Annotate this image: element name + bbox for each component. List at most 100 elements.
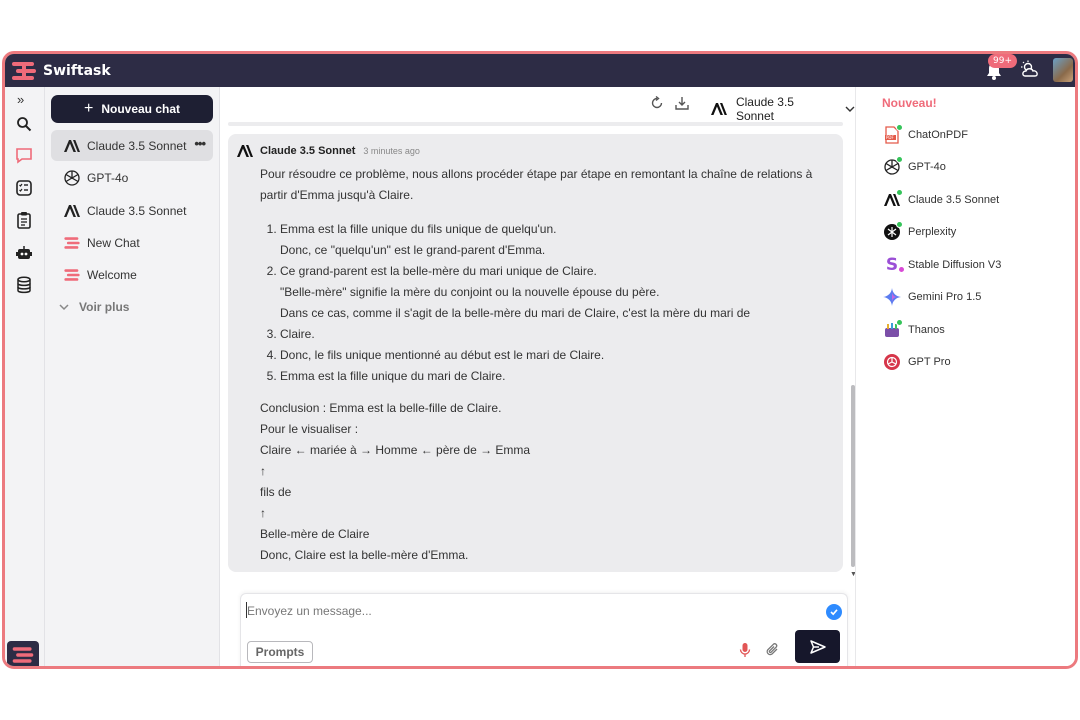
app-window: Swiftask 99+ » + Nouveau chat Claude 3.5… — [2, 51, 1078, 669]
step-text: Donc, le fils unique mentionné au début … — [280, 348, 605, 362]
model-item-label: GPT Pro — [908, 356, 951, 368]
message-composer[interactable]: Envoyez un message... Prompts — [240, 593, 848, 666]
chat-main: Claude 3.5 Sonnet Claude 3.5 Sonnet 3 mi… — [220, 87, 857, 666]
model-item-label: Claude 3.5 Sonnet — [908, 194, 1000, 206]
icon-rail: » — [5, 87, 45, 666]
history-item-label: Welcome — [87, 267, 137, 282]
refresh-icon[interactable] — [650, 96, 664, 110]
chevron-down-icon — [845, 106, 855, 112]
step-text: Dans ce cas, comme il s'agit de la belle… — [280, 306, 751, 341]
anthropic-icon — [710, 103, 727, 115]
model-item-gemini[interactable]: Gemini Pro 1.5 — [882, 286, 981, 308]
online-dot — [896, 189, 903, 196]
model-item-gpt-4o[interactable]: GPT-4o — [882, 156, 946, 178]
conclusion-line: Donc, Claire est la belle-mère d'Emma. — [260, 548, 469, 562]
model-item-claude[interactable]: Claude 3.5 Sonnet — [882, 189, 999, 211]
online-dot — [896, 221, 903, 228]
history-item-label: GPT-4o — [87, 170, 129, 185]
message-body: Pour résoudre ce problème, nous allons p… — [260, 164, 820, 566]
app-name: Swiftask — [43, 63, 111, 79]
swiftask-bottom-logo-icon[interactable] — [7, 641, 39, 666]
download-icon[interactable] — [675, 96, 689, 110]
model-item-gpt-pro[interactable]: GPT Pro — [882, 351, 951, 373]
pdf-icon: PDF — [882, 124, 903, 145]
history-item[interactable]: New Chat — [51, 227, 213, 258]
model-item-label: Stable Diffusion V3 — [908, 259, 1002, 271]
list-item: Emma est la fille unique du fils unique … — [280, 219, 820, 261]
conclusion-line: Conclusion : Emma est la belle-fille de … — [260, 401, 502, 415]
list-item: Dans ce cas, comme il s'agit de la belle… — [280, 303, 820, 345]
step-subtext: "Belle-mère" signifie la mère du conjoin… — [280, 285, 660, 299]
history-item[interactable]: Welcome — [51, 259, 213, 290]
new-models-heading: Nouveau! — [882, 96, 937, 110]
weather-icon[interactable] — [1020, 60, 1042, 80]
paperclip-icon[interactable] — [765, 642, 781, 658]
model-item-label: Thanos — [908, 324, 945, 336]
new-chat-label: Nouveau chat — [101, 102, 181, 116]
history-item[interactable]: GPT-4o — [51, 162, 213, 193]
chat-icon[interactable] — [13, 145, 35, 167]
model-item-label: GPT-4o — [908, 161, 946, 173]
model-selector[interactable]: Claude 3.5 Sonnet — [710, 95, 855, 123]
model-item-perplexity[interactable]: Perplexity — [882, 221, 956, 243]
steps-list: Emma est la fille unique du fils unique … — [260, 219, 820, 387]
panel-scroll-indicator[interactable] — [1077, 258, 1078, 346]
top-bar: Swiftask 99+ — [5, 54, 1075, 87]
expand-icon[interactable]: » — [17, 92, 24, 107]
gpt-pro-icon — [882, 352, 902, 372]
step-text: Emma est la fille unique du fils unique … — [280, 222, 557, 236]
tasks-icon[interactable] — [13, 177, 35, 199]
openai-icon — [882, 156, 903, 177]
chat-toolbar: Claude 3.5 Sonnet — [220, 87, 855, 123]
microphone-icon[interactable] — [739, 642, 751, 658]
more-options-icon[interactable]: ••• — [194, 136, 206, 151]
openai-icon — [64, 169, 80, 186]
list-item: Donc, le fils unique mentionné au début … — [280, 345, 820, 366]
online-dot — [896, 319, 903, 326]
clipboard-icon[interactable] — [13, 209, 35, 231]
list-item: Emma est la fille unique du mari de Clai… — [280, 366, 820, 387]
user-avatar[interactable] — [1053, 58, 1073, 82]
conclusion-line: ↑ — [260, 464, 266, 478]
stable-diffusion-icon: S — [882, 255, 905, 275]
database-icon[interactable] — [13, 274, 35, 296]
online-dot — [896, 156, 903, 163]
online-dot — [896, 124, 903, 131]
conclusion-line: Belle-mère de Claire — [260, 527, 370, 541]
model-item-thanos[interactable]: Thanos — [882, 319, 945, 341]
swiftask-logo-icon[interactable] — [10, 60, 38, 82]
model-item-stable-diffusion[interactable]: S Stable Diffusion V3 — [882, 254, 1001, 276]
plus-icon: + — [83, 100, 94, 117]
notification-badge: 99+ — [988, 54, 1017, 68]
message-header: Claude 3.5 Sonnet 3 minutes ago — [236, 144, 420, 158]
gemini-icon — [882, 287, 902, 307]
thanos-icon — [882, 319, 903, 340]
history-item[interactable]: Claude 3.5 Sonnet ••• — [51, 130, 213, 161]
list-item: Ce grand-parent est la belle-mère du mar… — [280, 261, 820, 303]
bot-icon[interactable] — [13, 242, 35, 264]
model-item-label: ChatOnPDF — [908, 129, 968, 141]
message-timestamp: 3 minutes ago — [363, 146, 420, 156]
model-item-chatonpdf[interactable]: PDF ChatOnPDF — [882, 124, 968, 146]
message-author: Claude 3.5 Sonnet — [260, 145, 356, 157]
swiftask-icon — [64, 236, 80, 249]
anthropic-icon — [882, 189, 903, 210]
history-item[interactable]: Claude 3.5 Sonnet — [51, 195, 213, 226]
send-button[interactable] — [795, 630, 840, 663]
step-text: Ce grand-parent est la belle-mère du mar… — [280, 264, 597, 278]
model-selector-label: Claude 3.5 Sonnet — [735, 95, 794, 123]
new-chat-button[interactable]: + Nouveau chat — [51, 95, 213, 123]
prompts-button[interactable]: Prompts — [247, 641, 313, 663]
previous-message-edge — [228, 122, 843, 126]
check-icon[interactable] — [826, 604, 842, 620]
perplexity-icon — [882, 221, 903, 242]
history-item-label: New Chat — [87, 235, 140, 250]
search-icon[interactable] — [13, 113, 35, 135]
show-more-button[interactable]: Voir plus — [59, 300, 129, 314]
history-item-label: Claude 3.5 Sonnet — [87, 203, 187, 218]
model-item-label: Perplexity — [908, 226, 957, 238]
assistant-message: Claude 3.5 Sonnet 3 minutes ago Pour rés… — [228, 134, 843, 572]
chat-history-panel: + Nouveau chat Claude 3.5 Sonnet ••• GPT… — [45, 87, 220, 666]
message-input[interactable]: Envoyez un message... — [247, 604, 372, 618]
show-more-label: Voir plus — [79, 300, 130, 314]
